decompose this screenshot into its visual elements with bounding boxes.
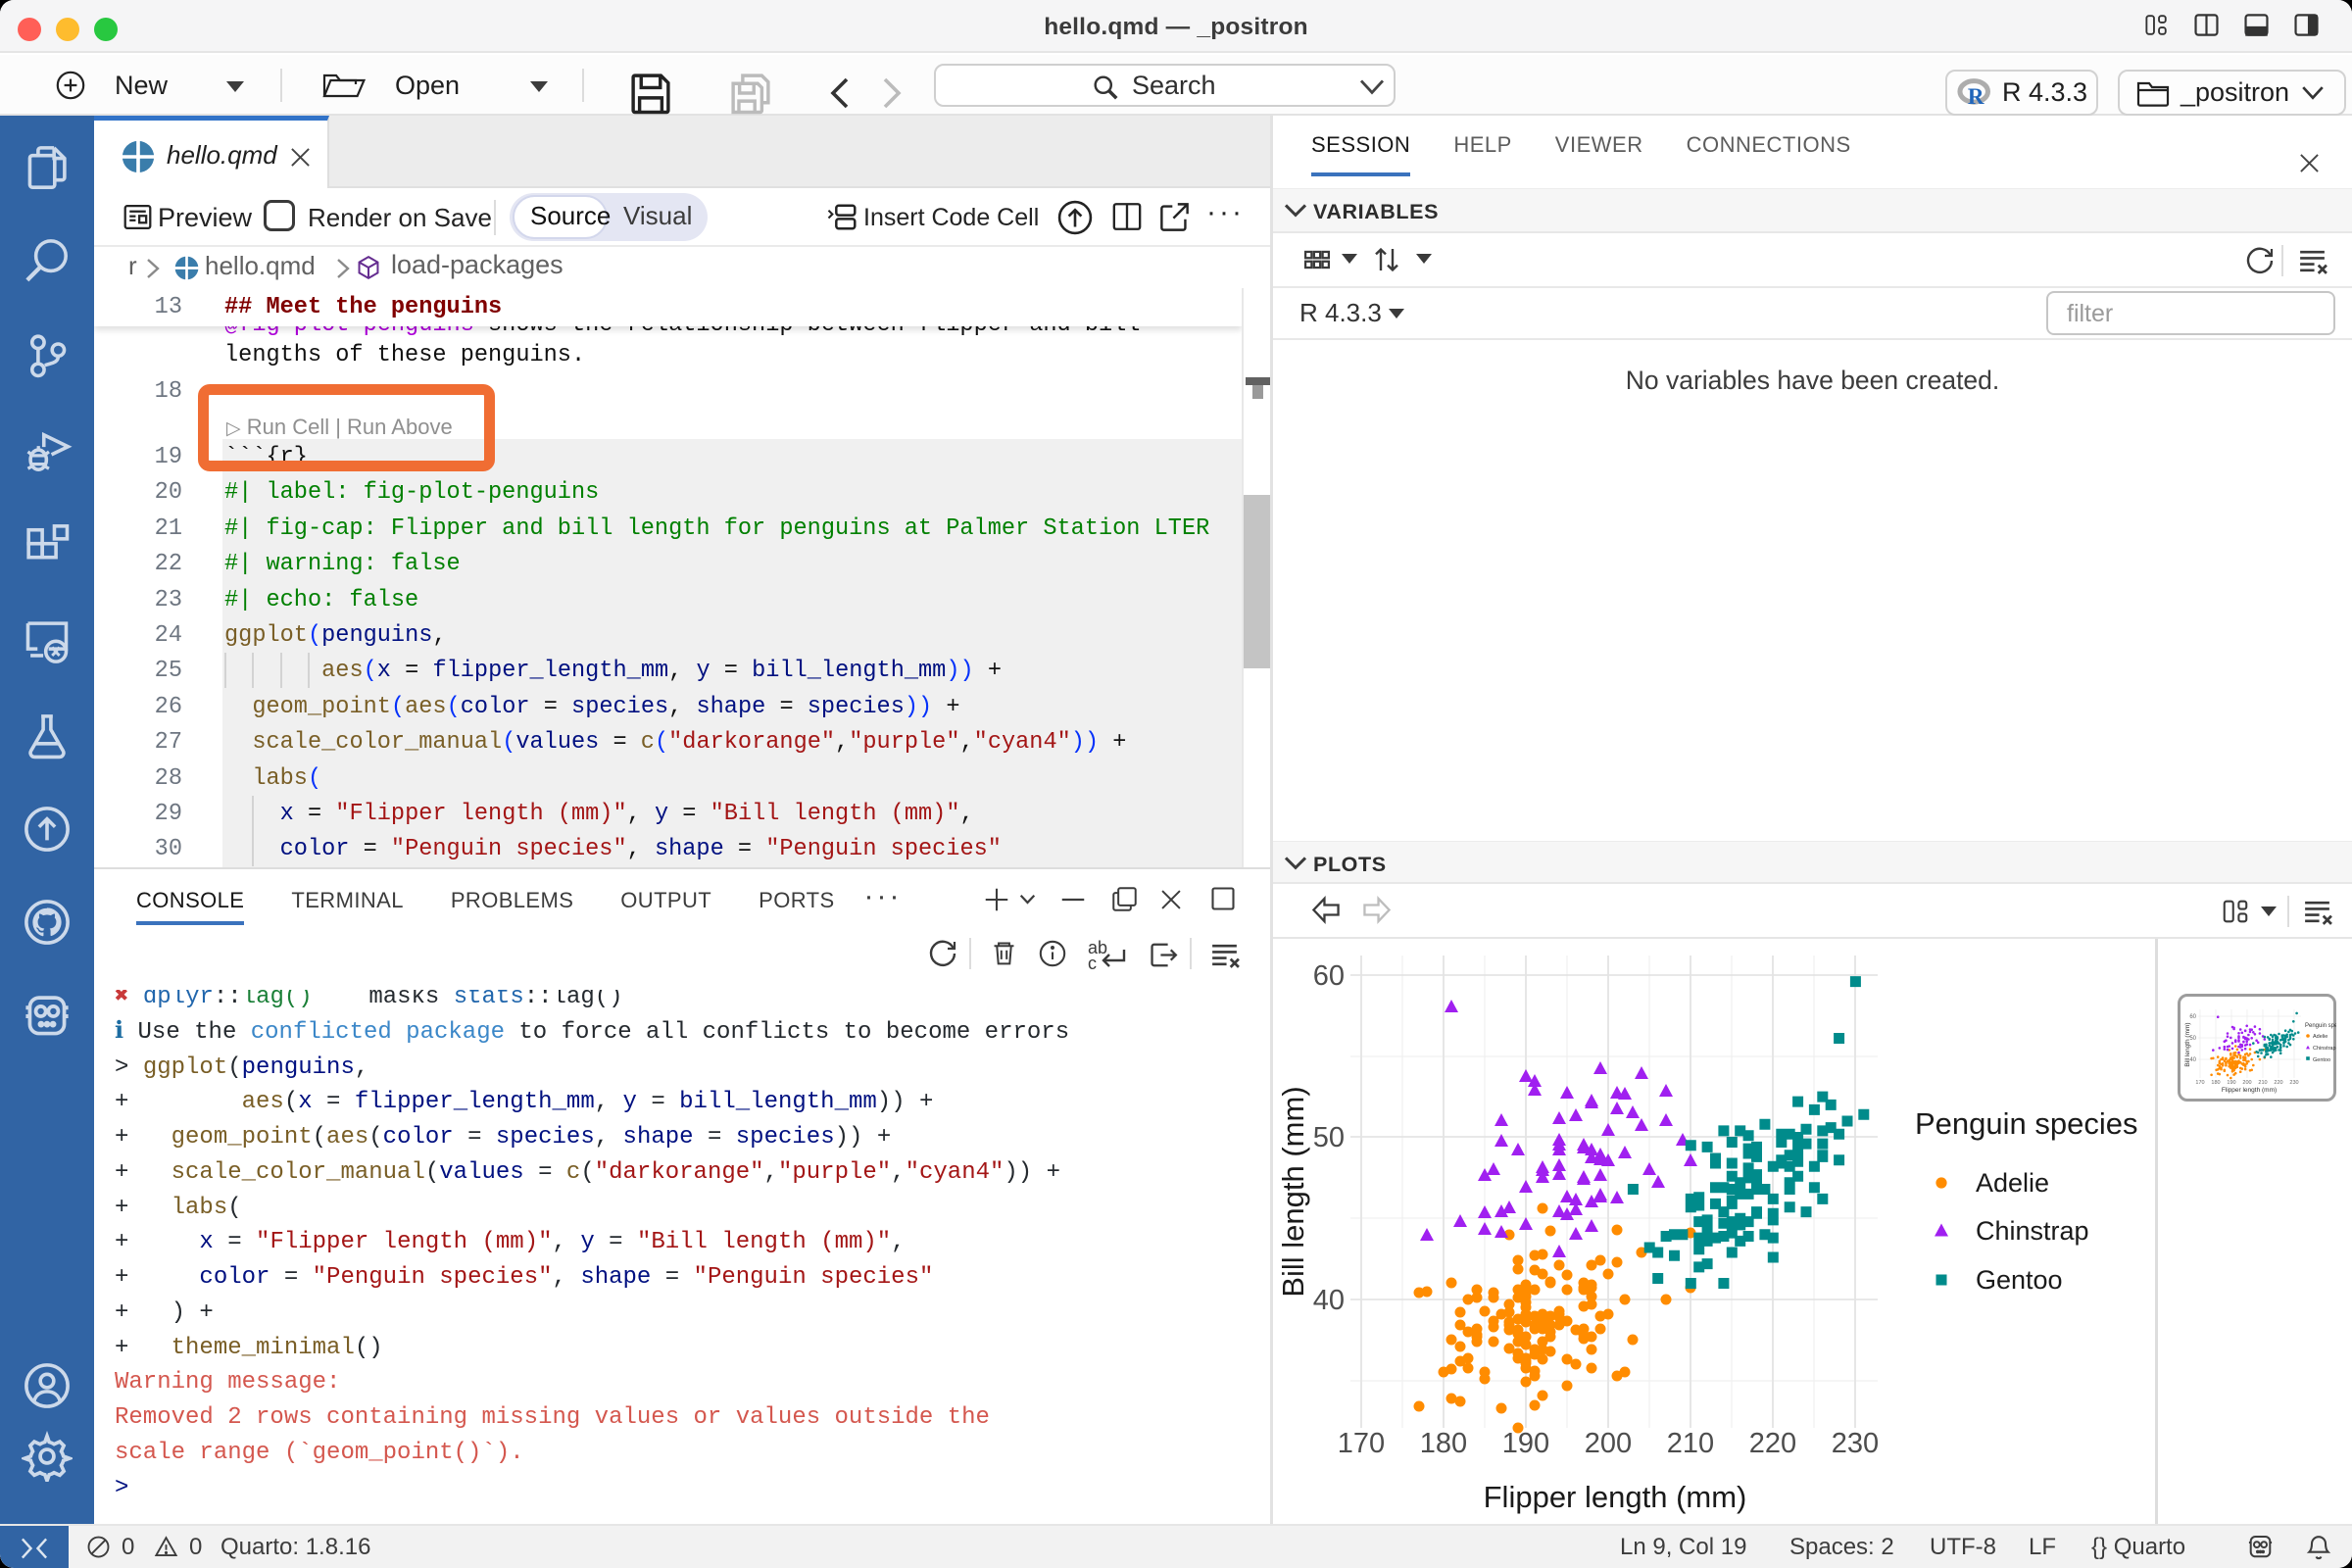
svg-text:200: 200 [1585, 1428, 1632, 1459]
svg-text:60: 60 [2189, 1014, 2196, 1020]
svg-text:210: 210 [2258, 1080, 2267, 1086]
svg-text:Bill length (mm): Bill length (mm) [1276, 1086, 1310, 1297]
svg-text:Chinstrap: Chinstrap [1976, 1216, 2089, 1246]
svg-text:50: 50 [1313, 1122, 1345, 1153]
svg-text:Penguin species: Penguin species [1915, 1106, 2138, 1141]
svg-text:180: 180 [1420, 1428, 1467, 1459]
svg-text:40: 40 [1313, 1285, 1345, 1316]
svg-text:180: 180 [2211, 1080, 2220, 1086]
svg-text:220: 220 [1749, 1428, 1796, 1459]
svg-text:Gentoo: Gentoo [1976, 1265, 2063, 1295]
svg-text:c: c [1088, 954, 1097, 971]
svg-text:Adelie: Adelie [2313, 1034, 2328, 1040]
svg-text:170: 170 [2195, 1080, 2204, 1086]
svg-text:Adelie: Adelie [1976, 1168, 2049, 1198]
svg-text:Chinstrap: Chinstrap [2313, 1046, 2336, 1052]
svg-text:170: 170 [1338, 1428, 1385, 1459]
svg-text:210: 210 [1667, 1428, 1714, 1459]
svg-text:Bill length (mm): Bill length (mm) [2184, 1022, 2191, 1066]
svg-text:230: 230 [2289, 1080, 2298, 1086]
svg-text:200: 200 [2242, 1080, 2251, 1086]
svg-text:190: 190 [1502, 1428, 1549, 1459]
svg-text:Gentoo: Gentoo [2313, 1057, 2330, 1063]
svg-text:220: 220 [2274, 1080, 2282, 1086]
svg-text:60: 60 [1313, 960, 1345, 992]
svg-text:230: 230 [1832, 1428, 1879, 1459]
svg-text:R: R [1968, 84, 1984, 108]
svg-text:190: 190 [2227, 1080, 2235, 1086]
svg-text:Flipper length (mm): Flipper length (mm) [1484, 1480, 1747, 1514]
svg-text:Flipper length (mm): Flipper length (mm) [2222, 1087, 2277, 1094]
svg-text:Penguin species: Penguin species [2305, 1023, 2336, 1029]
